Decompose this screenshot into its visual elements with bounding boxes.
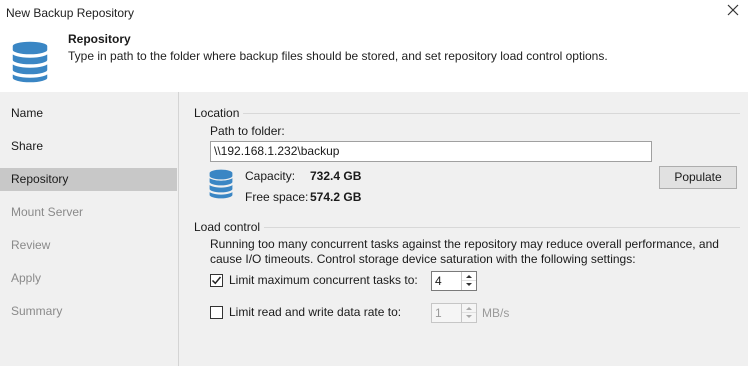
- spinner-up-button[interactable]: [462, 272, 476, 281]
- database-icon: [11, 40, 49, 84]
- limit-rate-value[interactable]: 1: [435, 306, 442, 320]
- sidebar-item-summary[interactable]: Summary: [0, 300, 177, 323]
- sidebar-item-apply[interactable]: Apply: [0, 267, 177, 290]
- capacity-value: 732.4 GB: [310, 169, 362, 183]
- chevron-up-icon: [466, 275, 472, 278]
- sidebar-item-review[interactable]: Review: [0, 234, 177, 257]
- limit-rate-checkbox[interactable]: [210, 306, 223, 319]
- window-title: New Backup Repository: [6, 6, 135, 20]
- wizard-header: Repository Type in path to the folder wh…: [0, 26, 748, 92]
- load-control-description: Running too many concurrent tasks agains…: [210, 237, 719, 266]
- populate-button[interactable]: Populate: [659, 166, 737, 189]
- rate-unit-label: MB/s: [482, 306, 510, 320]
- location-group-label: Location: [194, 106, 244, 120]
- free-space-value: 574.2 GB: [310, 190, 362, 204]
- chevron-down-icon: [466, 315, 472, 318]
- spinner-arrows: [461, 304, 476, 322]
- sidebar-item-name[interactable]: Name: [0, 102, 177, 125]
- chevron-up-icon: [466, 307, 472, 310]
- limit-tasks-spinner[interactable]: 4: [431, 271, 477, 291]
- chevron-down-icon: [466, 283, 472, 286]
- sidebar-item-mount-server[interactable]: Mount Server: [0, 201, 177, 224]
- wizard-steps-sidebar: Name Share Repository Mount Server Revie…: [0, 92, 178, 366]
- storage-icon: [208, 168, 234, 200]
- limit-tasks-checkbox[interactable]: [210, 274, 223, 287]
- sidebar-item-share[interactable]: Share: [0, 135, 177, 158]
- limit-tasks-value[interactable]: 4: [435, 274, 442, 288]
- path-label: Path to folder:: [210, 124, 285, 138]
- step-description: Type in path to the folder where backup …: [68, 49, 608, 63]
- free-space-label: Free space:: [245, 190, 309, 204]
- load-control-group-line: [194, 227, 740, 228]
- title-bar: New Backup Repository: [0, 0, 748, 26]
- checkmark-icon: [211, 276, 222, 285]
- close-icon[interactable]: [726, 3, 740, 17]
- limit-tasks-label: Limit maximum concurrent tasks to:: [229, 273, 418, 287]
- spinner-down-button[interactable]: [462, 313, 476, 322]
- limit-rate-label: Limit read and write data rate to:: [229, 305, 402, 319]
- load-control-group-label: Load control: [194, 220, 265, 234]
- spinner-arrows: [461, 272, 476, 290]
- location-group-line: [194, 113, 740, 114]
- sidebar-item-repository[interactable]: Repository: [0, 168, 177, 191]
- spinner-up-button[interactable]: [462, 304, 476, 313]
- path-input[interactable]: \\192.168.1.232\backup: [210, 141, 652, 162]
- spinner-down-button[interactable]: [462, 281, 476, 290]
- limit-rate-spinner[interactable]: 1: [431, 303, 477, 323]
- capacity-label: Capacity:: [245, 169, 296, 183]
- step-title: Repository: [68, 32, 131, 46]
